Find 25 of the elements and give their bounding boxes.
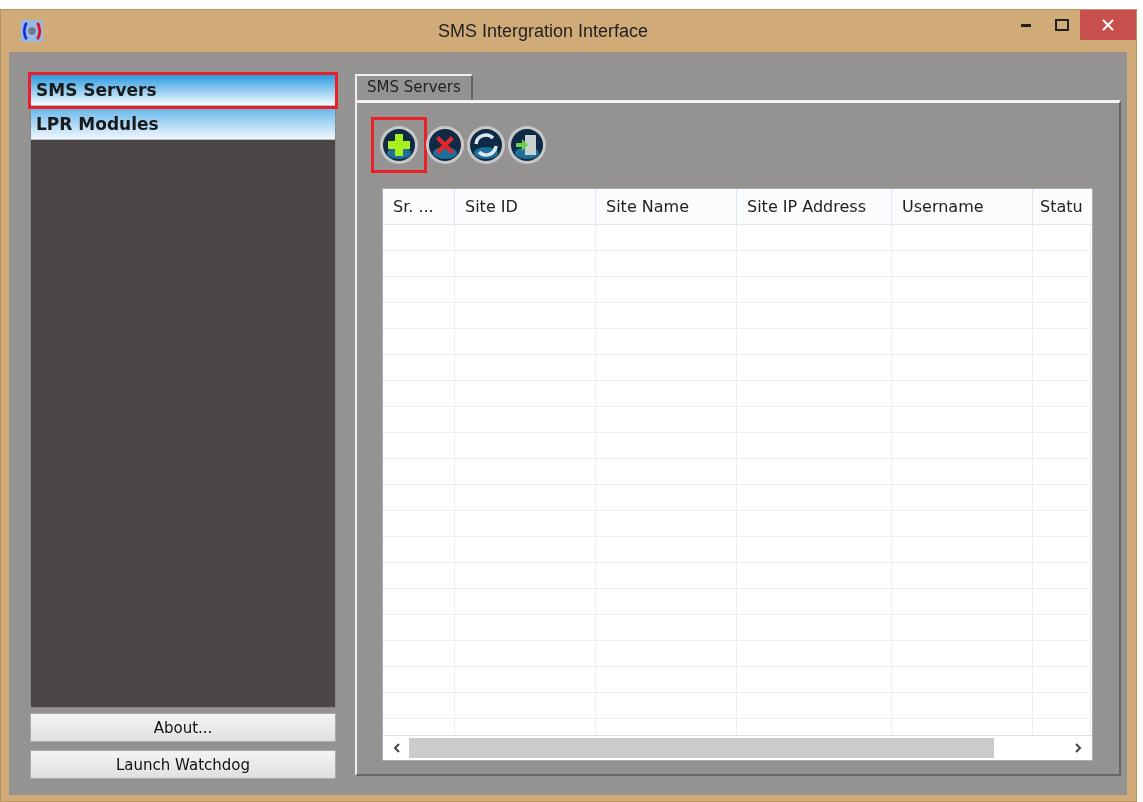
horizontal-scrollbar[interactable] xyxy=(383,735,1092,760)
delete-icon[interactable] xyxy=(425,125,465,165)
close-button[interactable] xyxy=(1080,10,1136,40)
scroll-right-icon[interactable] xyxy=(1074,743,1082,753)
close-icon xyxy=(1102,19,1114,31)
maximize-icon xyxy=(1055,19,1069,31)
watchdog-button[interactable]: Launch Watchdog xyxy=(30,750,336,779)
column-header[interactable]: Statu xyxy=(1033,189,1091,224)
scrollbar-thumb[interactable] xyxy=(409,738,994,758)
minimize-icon xyxy=(1021,23,1031,27)
refresh-icon[interactable] xyxy=(466,125,506,165)
exit-icon[interactable] xyxy=(507,125,547,165)
sidebar-item[interactable]: LPR Modules xyxy=(31,109,335,140)
column-header[interactable]: Site ID xyxy=(455,189,596,224)
column-header[interactable]: Site IP Address xyxy=(737,189,892,224)
sidebar-item[interactable]: SMS Servers xyxy=(31,75,335,106)
scroll-left-icon[interactable] xyxy=(393,743,401,753)
column-header[interactable]: Sr. ... xyxy=(383,189,455,224)
app-icon xyxy=(21,20,43,42)
tab[interactable]: SMS Servers xyxy=(355,74,473,100)
column-header[interactable]: Site Name xyxy=(596,189,737,224)
add-icon[interactable] xyxy=(379,125,419,165)
column-header[interactable]: Username xyxy=(892,189,1033,224)
about-button[interactable]: About... xyxy=(30,713,336,742)
window-title: SMS Intergration Interface xyxy=(438,20,649,42)
